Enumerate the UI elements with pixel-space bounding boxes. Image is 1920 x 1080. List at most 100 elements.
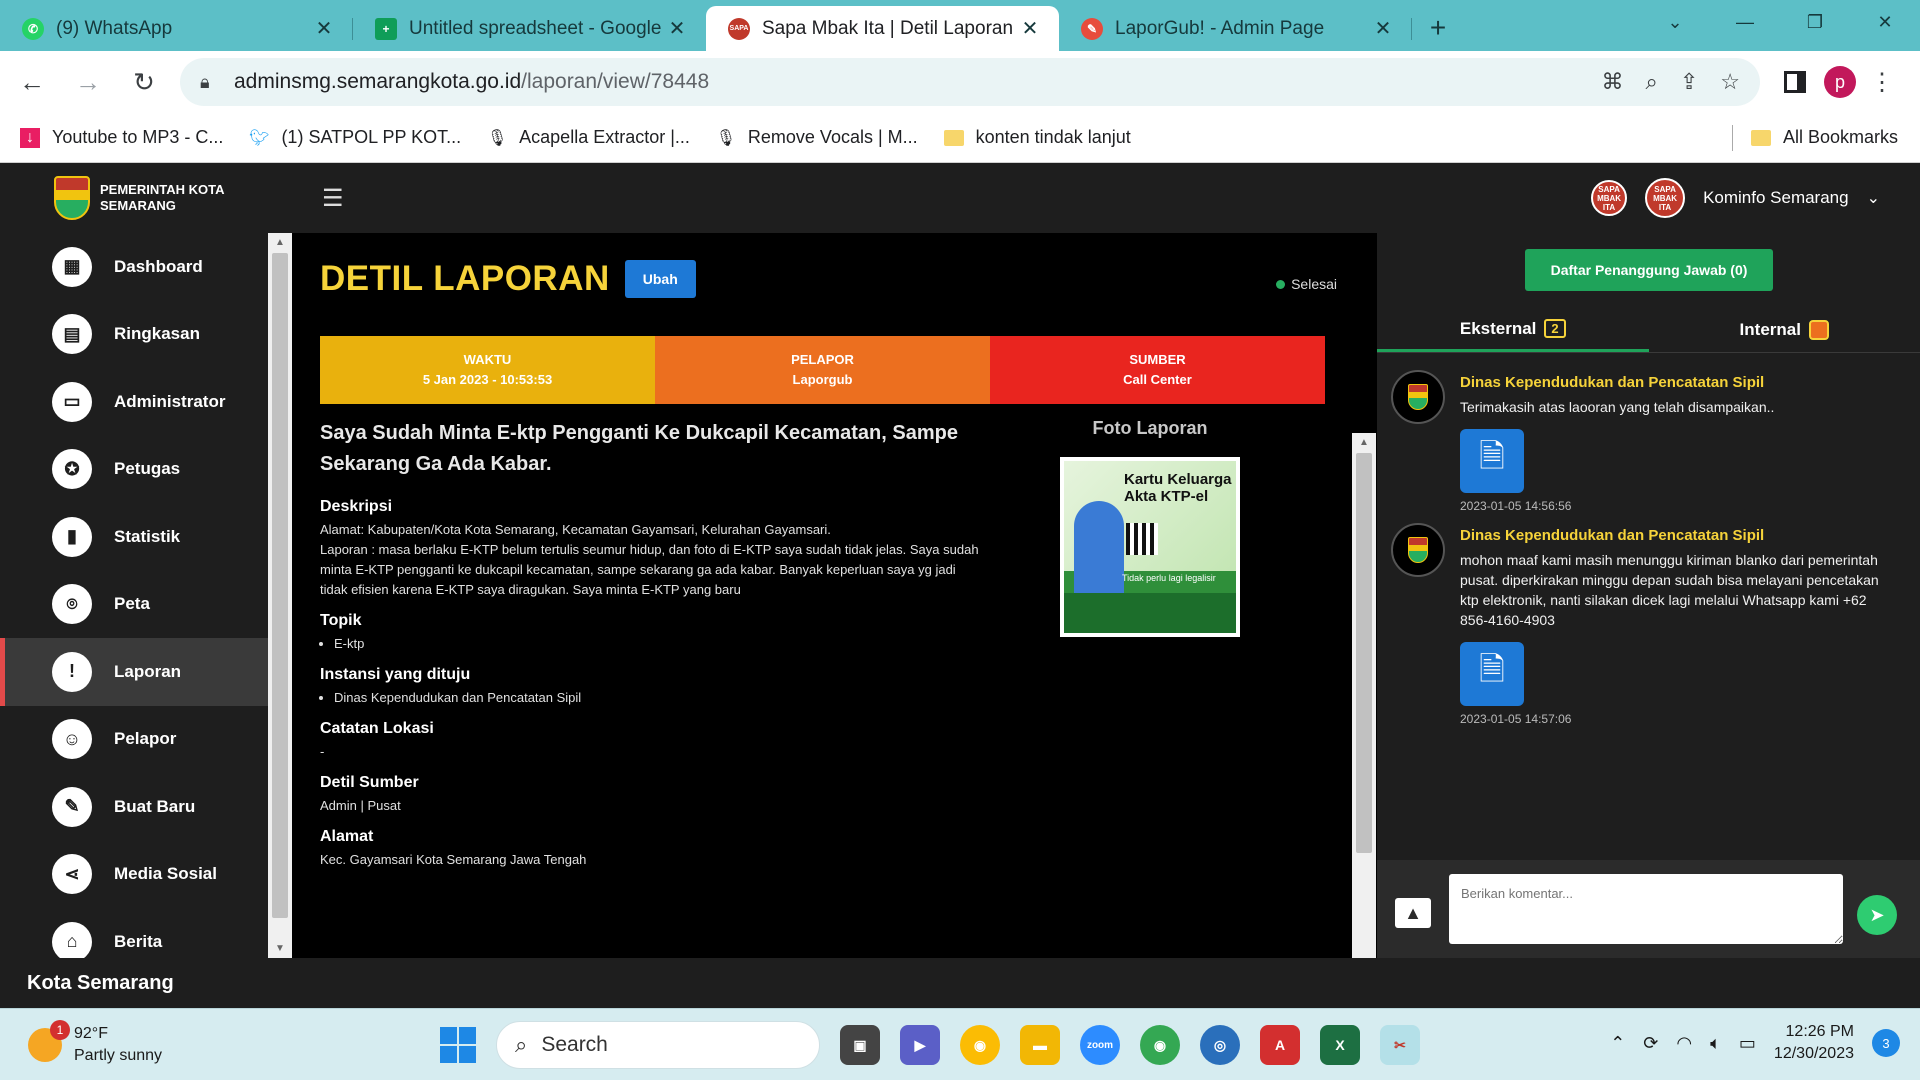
hamburger-menu-icon[interactable]: ☰ — [322, 184, 344, 213]
back-button[interactable]: ← — [8, 58, 56, 106]
bookmark-youtube-mp3[interactable]: ↓ Youtube to MP3 - C... — [20, 127, 223, 148]
report-info-bar: WAKTU 5 Jan 2023 - 10:53:53 PELAPOR Lapo… — [320, 336, 1325, 404]
close-icon[interactable]: ✕ — [1372, 16, 1394, 41]
download-icon: ↓ — [20, 127, 40, 148]
share-icon[interactable]: ⇪ — [1680, 69, 1698, 95]
excel-icon[interactable]: X — [1320, 1025, 1360, 1065]
app-icon[interactable]: ◎ — [1200, 1025, 1240, 1065]
send-button[interactable]: ➤ — [1857, 895, 1897, 935]
comment-input[interactable] — [1449, 874, 1843, 944]
sidebar-item-dashboard[interactable]: ▦ Dashboard — [0, 233, 268, 301]
search-icon: ⌕ — [515, 1032, 528, 1057]
photo-label: Foto Laporan — [1092, 418, 1208, 438]
sidebar-item-statistik[interactable]: ▮ Statistik — [0, 503, 268, 571]
qr-code-icon — [1126, 523, 1158, 555]
reload-button[interactable]: ↻ — [120, 58, 168, 106]
taskbar-search[interactable]: ⌕ Search — [496, 1021, 820, 1069]
url-text[interactable]: adminsmg.semarangkota.go.id/laporan/view… — [234, 70, 1602, 94]
comment-timestamp: 2023-01-05 14:57:06 — [1460, 712, 1572, 726]
bookmark-remove-vocals[interactable]: 🎙︎ Remove Vocals | M... — [716, 127, 918, 148]
volume-icon[interactable]: 🔈︎ — [1710, 1033, 1721, 1054]
clock[interactable]: 12:26 PM 12/30/2023 — [1774, 1021, 1854, 1065]
sidebar-item-petugas[interactable]: ✪ Petugas — [0, 436, 268, 504]
chrome-icon[interactable]: ◉ — [960, 1025, 1000, 1065]
tab-eksternal[interactable]: Eksternal 2 — [1377, 308, 1649, 352]
close-window-button[interactable]: ✕ — [1850, 0, 1920, 44]
pencil-icon: ✎ — [52, 786, 92, 827]
sync-icon[interactable]: ⟳ — [1643, 1033, 1658, 1054]
sidebar-item-buat-baru[interactable]: ✎ Buat Baru — [0, 773, 268, 841]
comment-panel: Daftar Penanggung Jawab (0) Eksternal 2 … — [1377, 233, 1920, 958]
browser-menu-icon[interactable]: ⋮ — [1870, 68, 1894, 97]
new-tab-button[interactable]: + — [1418, 8, 1458, 48]
topik-item: E-ktp — [334, 634, 980, 654]
comment-author: Dinas Kependudukan dan Pencatatan Sipil — [1460, 527, 1765, 544]
sidebar-item-ringkasan[interactable]: ▤ Ringkasan — [0, 301, 268, 369]
penanggung-jawab-button[interactable]: Daftar Penanggung Jawab (0) — [1525, 249, 1773, 291]
sidebar-item-peta[interactable]: ⌾ Peta — [0, 571, 268, 639]
battery-icon[interactable]: ▭ — [1739, 1033, 1756, 1054]
sidebar-item-laporan[interactable]: ! Laporan — [0, 638, 268, 706]
image-upload-icon[interactable]: ▲ — [1395, 898, 1431, 928]
address-bar[interactable]: 🔒︎ adminsmg.semarangkota.go.id/laporan/v… — [180, 58, 1760, 106]
weather-widget[interactable]: 1 92°F Partly sunny — [28, 1020, 162, 1067]
document-icon[interactable]: 🗎︎ — [1460, 429, 1524, 493]
start-button[interactable] — [440, 1027, 476, 1063]
document-icon[interactable]: 🗎︎ — [1460, 642, 1524, 706]
bookmark-star-icon[interactable]: ☆ — [1720, 69, 1740, 95]
instansi-heading: Instansi yang dituju — [320, 666, 471, 683]
sidebar-item-media-sosial[interactable]: ⋖ Media Sosial — [0, 841, 268, 909]
tab-sapa-mbak-ita[interactable]: SAPA Sapa Mbak Ita | Detil Laporan ✕ — [706, 6, 1059, 51]
user-name[interactable]: Kominfo Semarang — [1703, 188, 1849, 208]
bookmark-konten-tindak-lanjut[interactable]: konten tindak lanjut — [943, 127, 1131, 148]
acrobat-icon[interactable]: A — [1260, 1025, 1300, 1065]
page-footer: Kota Semarang — [0, 958, 1920, 1008]
chrome-profile-icon[interactable]: ◉ — [1140, 1025, 1180, 1065]
photo-caption: Kartu Keluarga Akta KTP-el — [1124, 471, 1232, 505]
chevron-down-icon[interactable]: ⌄ — [1867, 188, 1880, 208]
city-crest-icon — [1408, 384, 1428, 410]
report-photo[interactable]: Kartu Keluarga Akta KTP-el Tidak perlu l… — [1060, 457, 1240, 637]
temperature: 92°F — [74, 1025, 108, 1042]
tab-spreadsheet[interactable]: + Untitled spreadsheet - Google S ✕ — [353, 6, 706, 51]
minimize-button[interactable]: — — [1710, 0, 1780, 44]
side-panel-icon[interactable] — [1784, 71, 1806, 93]
teams-icon[interactable]: ▶ — [900, 1025, 940, 1065]
content-scrollbar[interactable]: ▲ ▼ — [1352, 433, 1376, 1013]
close-icon[interactable]: ✕ — [313, 16, 335, 41]
deskripsi-text: Alamat: Kabupaten/Kota Kota Semarang, Ke… — [320, 522, 979, 597]
lock-icon[interactable]: 🔒︎ — [200, 72, 222, 93]
tab-laporgub[interactable]: ✎ LaporGub! - Admin Page ✕ — [1059, 6, 1412, 51]
close-icon[interactable]: ✕ — [666, 16, 688, 41]
avatar — [1391, 370, 1445, 424]
translate-icon[interactable]: ⌘ — [1602, 69, 1624, 95]
send-icon: ➤ — [1869, 904, 1885, 925]
close-icon[interactable]: ✕ — [1019, 16, 1041, 41]
sidebar-item-pelapor[interactable]: ☺ Pelapor — [0, 706, 268, 774]
task-view-icon[interactable]: ▣ — [840, 1025, 880, 1065]
zoom-icon[interactable]: ⌕ — [1646, 69, 1658, 95]
sidebar-item-administrator[interactable]: ▭ Administrator — [0, 368, 268, 436]
edit-button[interactable]: Ubah — [624, 260, 696, 298]
chevron-up-icon[interactable]: ⌃ — [1610, 1033, 1625, 1054]
restore-button[interactable]: ❐ — [1780, 0, 1850, 44]
snipping-tool-icon[interactable]: ✂ — [1380, 1025, 1420, 1065]
deskripsi-heading: Deskripsi — [320, 498, 393, 515]
notification-badge[interactable]: 3 — [1872, 1029, 1900, 1057]
tab-internal[interactable]: Internal — [1649, 308, 1920, 352]
catatan-text: - — [320, 744, 325, 759]
file-explorer-icon[interactable]: ▬ — [1020, 1025, 1060, 1065]
brand[interactable]: PEMERINTAH KOTA SEMARANG — [0, 176, 268, 220]
all-bookmarks[interactable]: All Bookmarks — [1750, 127, 1898, 148]
forward-button[interactable]: → — [64, 58, 112, 106]
sidebar-item-berita[interactable]: ⌂ Berita — [0, 908, 268, 958]
sidebar-scrollbar[interactable]: ▲ ▼ — [268, 233, 292, 958]
user-avatar[interactable]: SAPA MBAK ITA — [1645, 178, 1686, 218]
tab-whatsapp[interactable]: ✆ (9) WhatsApp ✕ — [0, 6, 353, 51]
zoom-icon[interactable]: zoom — [1080, 1025, 1120, 1065]
bookmark-satpol-pp[interactable]: 🐦︎ (1) SATPOL PP KOT... — [249, 127, 461, 148]
tab-search-icon[interactable]: ⌄ — [1640, 0, 1710, 44]
profile-avatar[interactable]: p — [1824, 66, 1856, 98]
bookmark-acapella-extractor[interactable]: 🎙︎ Acapella Extractor |... — [487, 127, 690, 148]
wifi-icon[interactable]: ◠ — [1676, 1033, 1692, 1054]
